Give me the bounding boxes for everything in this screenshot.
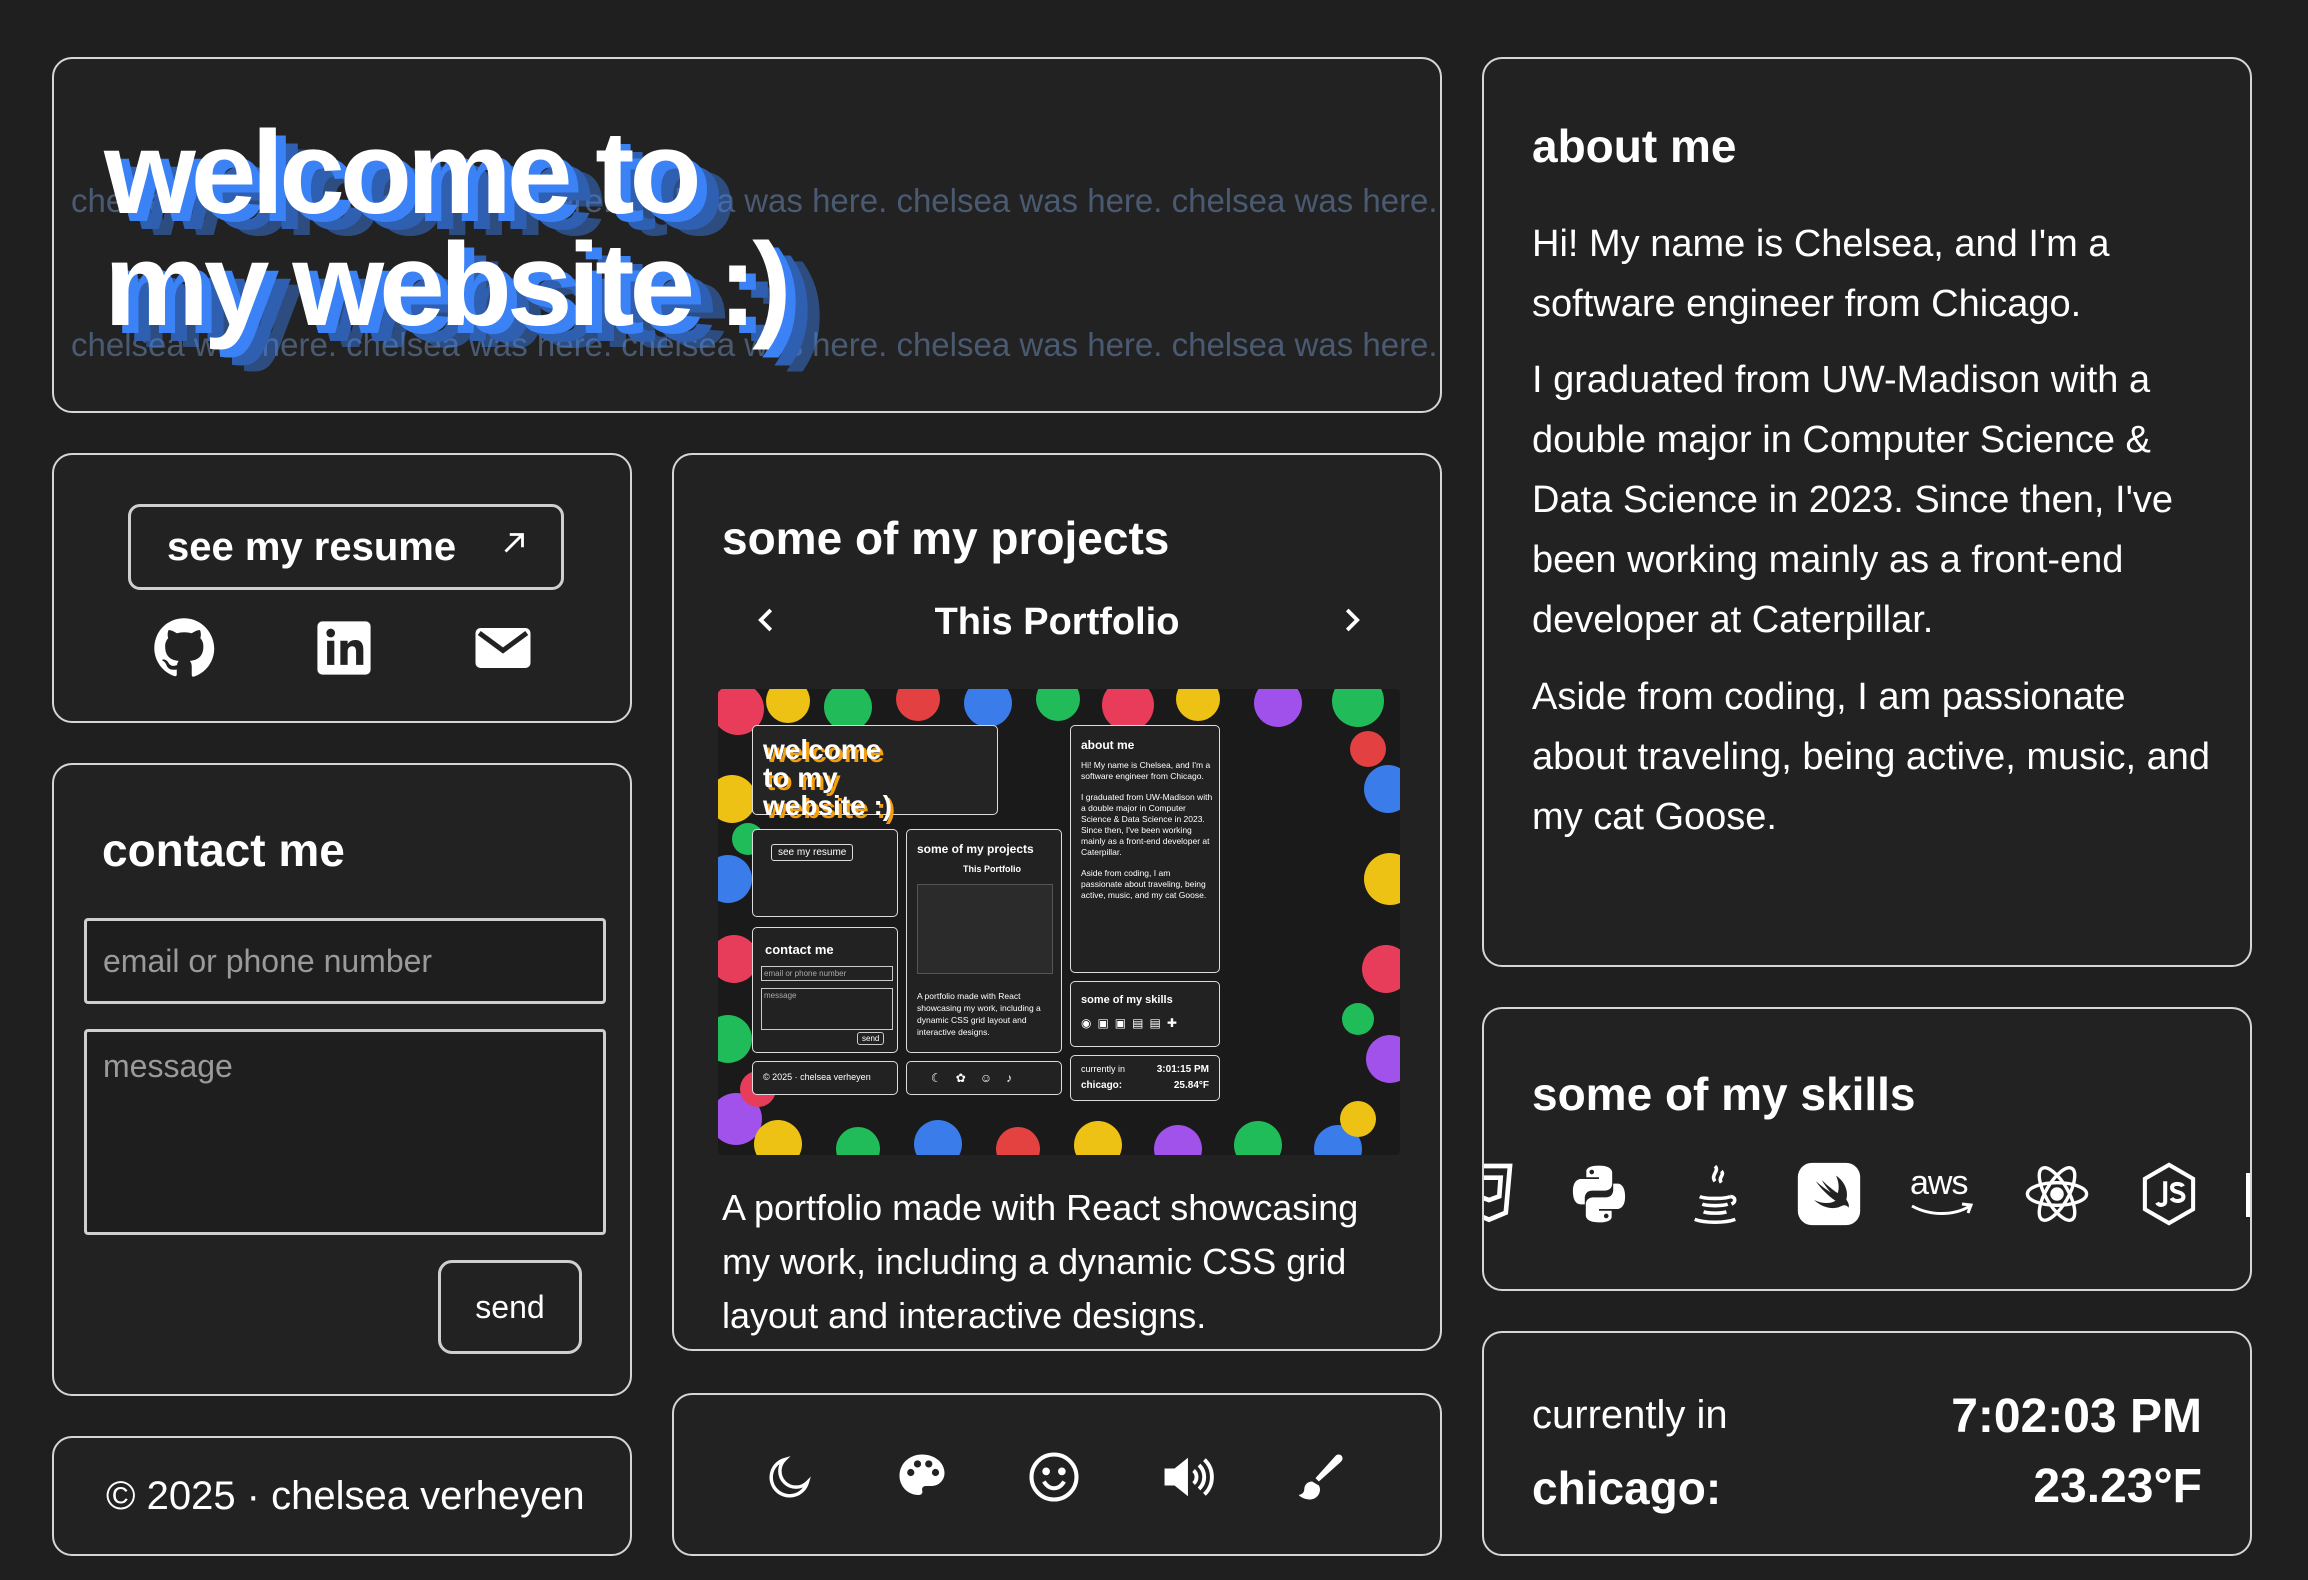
about-paragraph-2: I graduated from UW-Madison with a doubl… (1532, 359, 2173, 641)
smiley-icon[interactable] (1022, 1445, 1086, 1509)
skills-title: some of my skills (1532, 1068, 1916, 1120)
palette-icon[interactable] (890, 1445, 954, 1509)
preview-welcome-card: welcome to my website :) (752, 725, 998, 820)
preview-projects-card: some of my projects This Portfolio A por… (906, 829, 1062, 1053)
contact-card: contact me send (52, 763, 632, 1396)
moon-icon[interactable] (758, 1445, 822, 1509)
github-icon[interactable] (151, 615, 217, 681)
preview-skills-card: some of my skills ◉▣▣▤▤✚ (1070, 981, 1220, 1047)
preview-contact-card: contact me email or phone number message… (752, 927, 898, 1053)
preview-links-card: see my resume (752, 829, 898, 917)
preview-weather-card: currently in chicago: 3:01:15 PM 25.84°F (1070, 1055, 1220, 1101)
send-button[interactable]: send (438, 1260, 582, 1354)
about-card: about me Hi! My name is Chelsea, and I'm… (1482, 57, 2252, 967)
project-description: A portfolio made with React showcasing m… (722, 1187, 1359, 1336)
aws-label: aws (1910, 1164, 1968, 1202)
mail-icon[interactable] (470, 615, 536, 681)
welcome-title-line2: my website :) (104, 219, 792, 351)
volume-icon[interactable] (1154, 1445, 1218, 1509)
footer-card: © 2025 · chelsea verheyen (52, 1436, 632, 1556)
welcome-title: welcome to my website :) (104, 107, 792, 351)
linkedin-icon[interactable] (311, 615, 377, 681)
contact-input[interactable] (84, 918, 606, 1004)
aws-icon: aws (1908, 1159, 1978, 1229)
welcome-title-line1: welcome to (104, 107, 702, 239)
about-title: about me (1532, 120, 1737, 172)
java-icon (1680, 1159, 1750, 1229)
about-paragraph-3: Aside from coding, I am passionate about… (1532, 676, 2211, 838)
about-paragraph-1: Hi! My name is Chelsea, and I'm a softwa… (1532, 223, 2110, 325)
projects-card: some of my projects This Portfolio welco… (672, 453, 1442, 1351)
weather-temperature: 23.23°F (2033, 1460, 2202, 1513)
weather-card: currently in chicago: 7:02:03 PM 23.23°F (1482, 1331, 2252, 1556)
preview-toolbar-card: ☾✿☺♪ (906, 1061, 1062, 1095)
preview-about-card: about me Hi! My name is Chelsea, and I'm… (1070, 725, 1220, 973)
weather-label: currently in (1532, 1393, 1728, 1437)
links-card: see my resume (52, 453, 632, 723)
toolbar-card (672, 1393, 1442, 1556)
weather-time: 7:02:03 PM (1951, 1390, 2202, 1443)
arrow-up-right-icon (497, 525, 531, 570)
weather-city: chicago: (1532, 1462, 1722, 1514)
footer-text: © 2025 · chelsea verheyen (106, 1474, 585, 1518)
welcome-card: chelsea was here. chelsea was here. chel… (52, 57, 1442, 413)
projects-title: some of my projects (722, 512, 1170, 564)
swift-icon (1794, 1159, 1864, 1229)
css3-icon (1484, 1159, 1524, 1229)
python-icon (1564, 1159, 1634, 1229)
react-icon (2022, 1159, 2092, 1229)
nodejs-icon (2134, 1159, 2204, 1229)
skills-card: some of my skills aws (1482, 1007, 2252, 1291)
resume-label: see my resume (167, 524, 457, 569)
project-preview-image: welcome to my website :) see my resume c… (718, 689, 1400, 1155)
message-textarea[interactable] (84, 1029, 606, 1235)
paintbrush-icon[interactable] (1288, 1445, 1352, 1509)
contact-title: contact me (102, 824, 345, 876)
chevron-right-icon[interactable] (1326, 595, 1376, 645)
preview-footer-card: © 2025 · chelsea verheyen (752, 1061, 898, 1095)
resume-button[interactable]: see my resume (128, 504, 564, 590)
